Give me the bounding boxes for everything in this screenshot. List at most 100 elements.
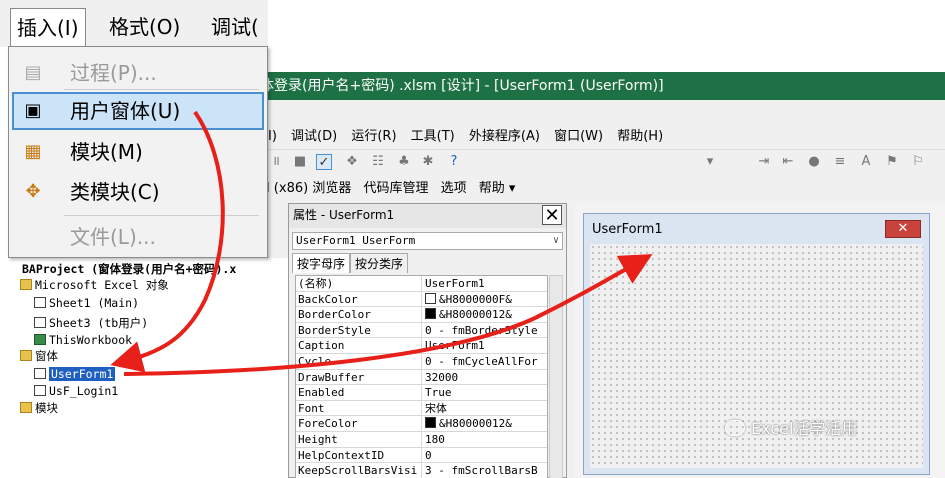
properties-close-button[interactable]: ✕ bbox=[542, 205, 562, 226]
close-icon: ✕ bbox=[544, 205, 560, 226]
property-value[interactable]: &H80000012& bbox=[425, 307, 547, 322]
property-row[interactable]: Font 宋体 bbox=[296, 400, 547, 417]
object-selector-dropdown[interactable]: UserForm1 UserForm ∨ bbox=[292, 232, 563, 250]
vbe-menu-addins[interactable]: 外接程序(A) bbox=[469, 125, 540, 149]
property-value[interactable]: 3 - fmScrollBarsB bbox=[425, 463, 547, 478]
close-icon: ✕ bbox=[897, 221, 909, 236]
comment-block-icon[interactable]: ≡ bbox=[832, 154, 848, 170]
menu-item-file[interactable]: 文件(L)... bbox=[12, 218, 264, 256]
userform-caption: UserForm1 bbox=[592, 222, 663, 237]
tree-item-usf-login1[interactable]: UsF_Login1 bbox=[34, 384, 118, 398]
property-row[interactable]: BorderStyle 0 - fmBorderStyle bbox=[296, 322, 547, 339]
property-row[interactable]: HelpContextID 0 bbox=[296, 447, 547, 464]
project-explorer-icon[interactable]: ❖ bbox=[344, 154, 360, 170]
property-row[interactable]: KeepScrollBarsVisi 3 - fmScrollBarsB bbox=[296, 463, 547, 478]
help-icon[interactable]: ? bbox=[446, 154, 462, 170]
menu-item-module[interactable]: ▦ 模块(M) bbox=[12, 133, 264, 171]
stop-icon[interactable]: ■ bbox=[292, 154, 308, 170]
property-row[interactable]: BorderColor &H80000012& bbox=[296, 307, 547, 323]
property-value[interactable]: 32000 bbox=[425, 370, 547, 385]
tree-folder-forms[interactable]: 窗体 bbox=[20, 348, 58, 364]
tree-item-userform1[interactable]: UserForm1 bbox=[34, 367, 116, 381]
userform-close-button[interactable]: ✕ bbox=[885, 220, 921, 238]
menu-item-userform[interactable]: ▣ 用户窗体(U) bbox=[12, 92, 264, 130]
indent-icon[interactable]: ⇥ bbox=[756, 154, 772, 170]
folder-icon bbox=[20, 402, 32, 413]
property-value[interactable]: &H80000012& bbox=[425, 416, 547, 431]
property-value[interactable]: 0 - fmCycleAllFor bbox=[425, 354, 547, 369]
property-row[interactable]: (名称) UserForm1 bbox=[296, 276, 547, 292]
properties-title-bar: 属性 - UserForm1 bbox=[289, 204, 566, 228]
property-value-text: 0 bbox=[425, 448, 432, 462]
vbe-menu-tools[interactable]: 工具(T) bbox=[411, 125, 455, 149]
wechat-logo-icon bbox=[725, 420, 745, 436]
property-row[interactable]: Height 180 bbox=[296, 431, 547, 448]
menu-debug[interactable]: 调试( bbox=[205, 8, 265, 46]
tree-folder-excel-objects[interactable]: Microsoft Excel 对象 bbox=[20, 277, 169, 293]
property-grid-scrollbar[interactable] bbox=[549, 275, 563, 478]
property-value-text: 3 - fmScrollBarsB bbox=[425, 464, 538, 478]
property-value[interactable]: True bbox=[425, 385, 547, 400]
property-value[interactable]: 180 bbox=[425, 432, 547, 447]
vbe-menu-run[interactable]: 运行(R) bbox=[351, 125, 396, 149]
folder-icon bbox=[20, 350, 32, 361]
tree-folder-modules[interactable]: 模块 bbox=[20, 400, 58, 416]
options-button[interactable]: 选项 bbox=[441, 181, 467, 196]
toggle-breakpoint-icon[interactable]: ● bbox=[806, 154, 822, 170]
menu-insert[interactable]: 插入(I) bbox=[10, 8, 86, 46]
property-name: BackColor bbox=[298, 291, 422, 307]
menu-item-label: 文件(L)... bbox=[70, 225, 156, 249]
outdent-icon[interactable]: ⇤ bbox=[780, 154, 796, 170]
toolbar-overflow-icon[interactable]: ▾ bbox=[702, 154, 718, 170]
vbe-menu-debug[interactable]: 调试(D) bbox=[291, 125, 337, 149]
property-row[interactable]: ForeColor &H80000012& bbox=[296, 416, 547, 432]
vbe-title-bar: 体登录(用户名+密码) .xlsm [设计] - [UserForm1 (Use… bbox=[258, 72, 945, 100]
help-dropdown-button[interactable]: 帮助 ▾ bbox=[479, 181, 516, 196]
menu-format[interactable]: 格式(O) bbox=[103, 8, 186, 46]
object-browser-icon[interactable]: ♣ bbox=[396, 154, 412, 170]
property-row[interactable]: Caption UserForm1 bbox=[296, 338, 547, 354]
property-row[interactable]: DrawBuffer 32000 bbox=[296, 369, 547, 386]
property-row[interactable]: Enabled True bbox=[296, 385, 547, 401]
property-value[interactable]: UserForm1 bbox=[425, 276, 547, 291]
tree-label: Sheet3 (tb用户) bbox=[49, 316, 149, 330]
property-value-text: &H80000012& bbox=[439, 417, 512, 431]
menu-item-procedure[interactable]: ▤ 过程(P)... bbox=[12, 54, 264, 92]
vbe-menu-window[interactable]: 窗口(W) bbox=[554, 125, 603, 149]
design-mode-icon[interactable]: ✓ bbox=[316, 154, 332, 170]
vbe-menu-help[interactable]: 帮助(H) bbox=[617, 125, 663, 149]
property-value[interactable]: 0 bbox=[425, 448, 547, 463]
font-size-icon[interactable]: A bbox=[858, 154, 874, 170]
folder-icon bbox=[20, 279, 32, 290]
property-value[interactable]: UserForm1 bbox=[425, 338, 547, 353]
property-name: HelpContextID bbox=[298, 447, 422, 463]
property-name: DrawBuffer bbox=[298, 369, 422, 385]
project-root[interactable]: BAProject (窗体登录(用户名+密码).x bbox=[22, 261, 236, 277]
menu-separator bbox=[64, 215, 259, 216]
property-name: Enabled bbox=[298, 385, 422, 401]
next-bookmark-icon[interactable]: ⚐ bbox=[910, 154, 926, 170]
property-value[interactable]: 0 - fmBorderStyle bbox=[425, 323, 547, 338]
tree-item-thisworkbook[interactable]: ThisWorkbook bbox=[34, 333, 132, 347]
property-row[interactable]: BackColor &H8000000F& bbox=[296, 291, 547, 308]
pause-icon[interactable]: ॥ bbox=[268, 154, 284, 170]
toolbox-icon[interactable]: ✱ bbox=[420, 154, 436, 170]
bookmark-icon[interactable]: ⚑ bbox=[884, 154, 900, 170]
tree-label: Microsoft Excel 对象 bbox=[35, 278, 169, 292]
menu-item-class-module[interactable]: ✥ 类模块(C) bbox=[12, 173, 264, 211]
tree-item-sheet1[interactable]: Sheet1 (Main) bbox=[34, 296, 139, 310]
property-row[interactable]: Cycle 0 - fmCycleAllFor bbox=[296, 353, 547, 370]
property-value[interactable]: 宋体 bbox=[425, 401, 547, 416]
tab-alphabetic[interactable]: 按字母序 bbox=[292, 253, 351, 273]
tree-label-selected: UserForm1 bbox=[49, 367, 116, 381]
api-browser-button[interactable]: PI (x86) 浏览器 bbox=[258, 181, 351, 196]
property-value[interactable]: &H8000000F& bbox=[425, 292, 547, 307]
menu-item-label: 模块(M) bbox=[70, 140, 143, 164]
property-value-text: 0 - fmCycleAllFor bbox=[425, 354, 538, 368]
code-library-button[interactable]: 代码库管理 bbox=[363, 181, 428, 196]
property-value-text: 0 - fmBorderStyle bbox=[425, 323, 538, 337]
properties-icon[interactable]: ☷ bbox=[370, 154, 386, 170]
tree-item-sheet3[interactable]: Sheet3 (tb用户) bbox=[34, 315, 148, 331]
vbe-menu-insert-tail[interactable]: I) bbox=[268, 125, 277, 149]
tab-categorized[interactable]: 按分类序 bbox=[350, 253, 409, 273]
